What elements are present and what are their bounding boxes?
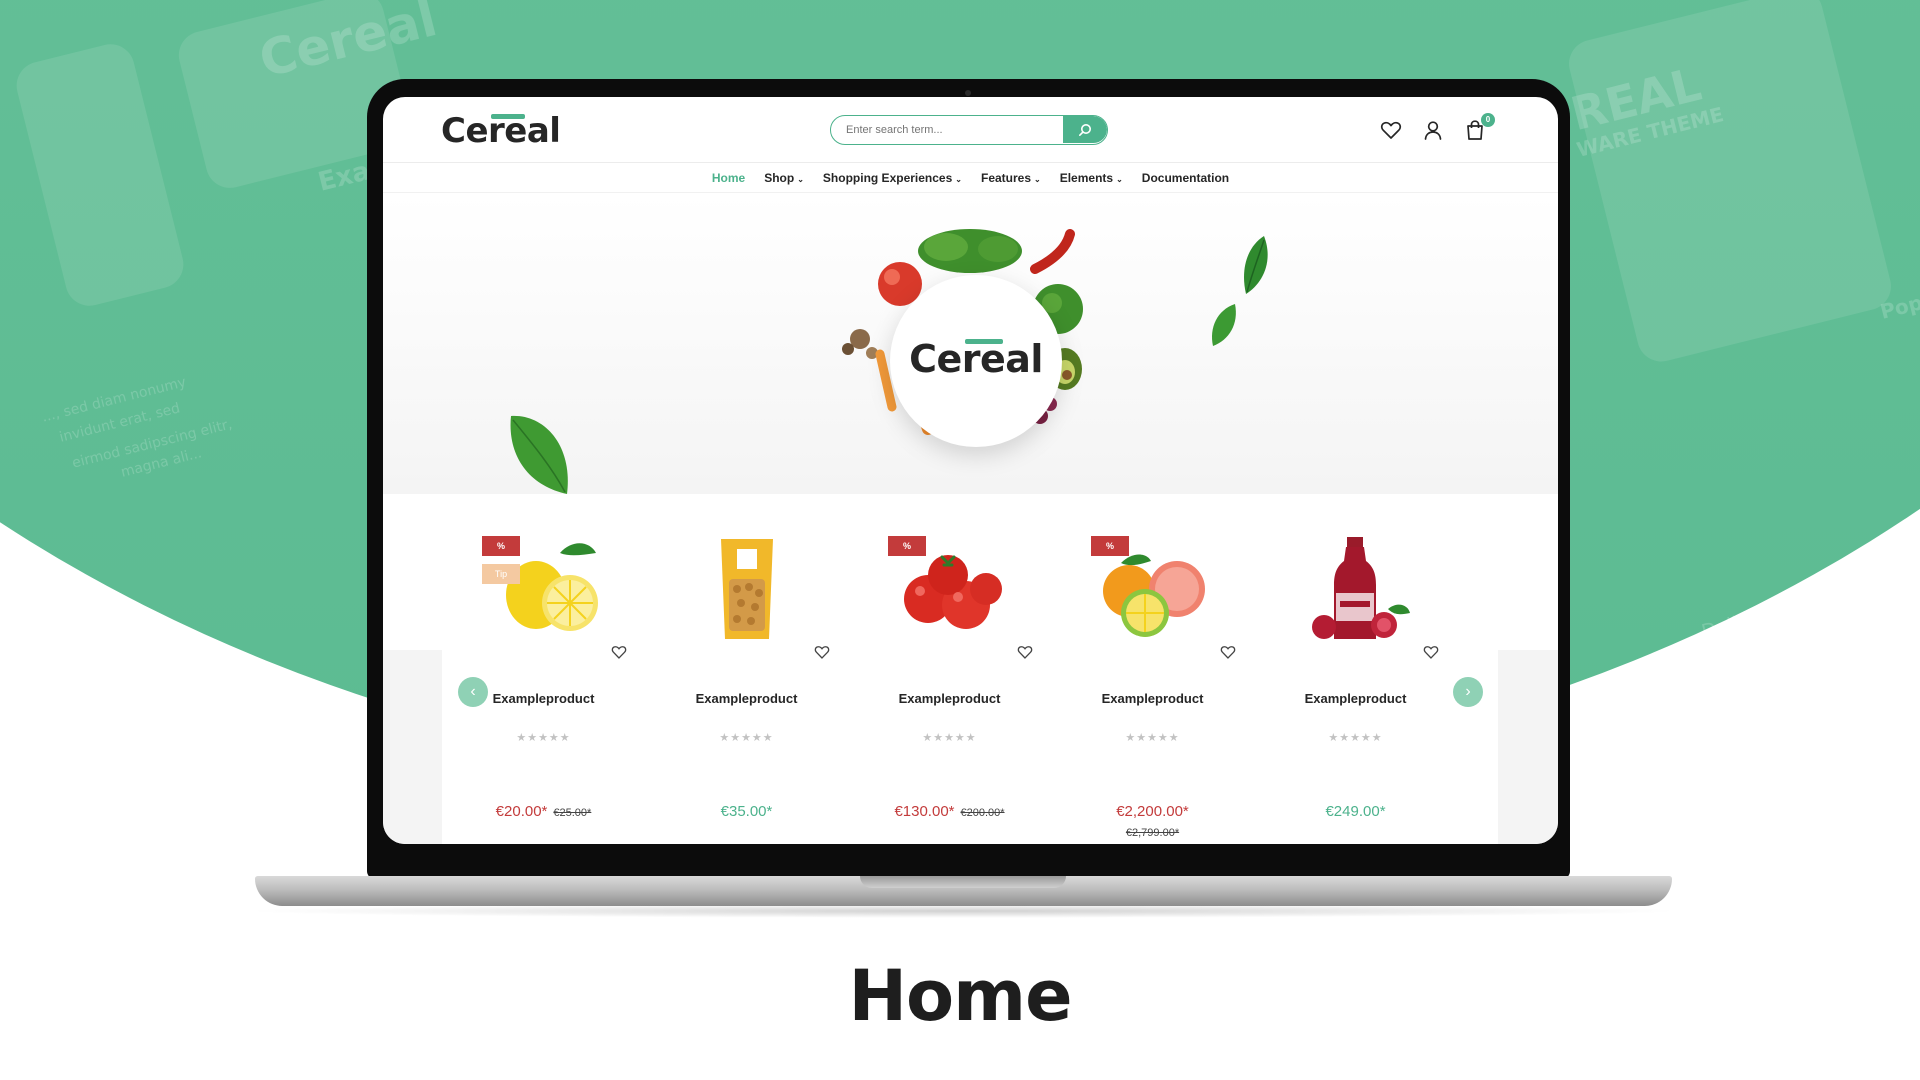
regular-price: €249.00* <box>1325 803 1386 820</box>
product-rating-stars: ★★★★★ <box>922 732 977 744</box>
original-price: €2,799.00* <box>1125 827 1180 839</box>
main-navigation: Home Shop ⌄ Shopping Experiences ⌄ Feature… <box>383 163 1558 193</box>
product-slider: % Tip Exampleproduct ★★★★★ €20.00* €25.00… <box>442 495 1498 844</box>
original-price: €200.00* <box>960 807 1005 819</box>
heart-icon[interactable] <box>1017 644 1033 660</box>
search-box <box>830 115 1108 145</box>
nav-item-home[interactable]: Home <box>712 171 745 185</box>
nav-item-label: Shopping Experiences <box>822 170 953 185</box>
logo-accent-bar <box>491 114 525 119</box>
nav-item-label: Features <box>980 170 1032 185</box>
chevron-down-icon: ⌄ <box>955 174 962 184</box>
slide-caption: Home <box>848 955 1072 1037</box>
search-button[interactable] <box>1063 116 1107 143</box>
chevron-down-icon: ⌄ <box>1034 174 1041 184</box>
chevron-down-icon: ⌄ <box>797 174 804 184</box>
laptop-shadow <box>240 904 1687 918</box>
wishlist-button[interactable] <box>1380 119 1402 141</box>
nav-item-documentation[interactable]: Documentation <box>1142 171 1229 185</box>
sale-price: €20.00* <box>495 803 548 820</box>
product-name[interactable]: Exampleproduct <box>848 691 1051 706</box>
product-rating-stars: ★★★★★ <box>1328 732 1383 744</box>
leaf-icon <box>1244 236 1268 294</box>
product-card[interactable]: % Exampleproduct ★★★★★ €130.00* €200.00* <box>848 495 1051 844</box>
product-image-juice-bottle[interactable] <box>1284 535 1428 643</box>
nav-item-shopping-experiences[interactable]: Shopping Experiences ⌄ <box>823 171 962 185</box>
product-name[interactable]: Exampleproduct <box>1254 691 1457 706</box>
leaf-icon <box>1211 304 1236 346</box>
product-rating-stars: ★★★★★ <box>719 732 774 744</box>
hero-logo-badge: Cereal <box>890 275 1062 447</box>
heart-icon <box>1380 121 1402 139</box>
slider-next-button[interactable]: › <box>1453 677 1483 707</box>
product-card[interactable]: Exampleproduct ★★★★★ €35.00* <box>645 495 848 844</box>
heart-icon[interactable] <box>814 644 830 660</box>
product-name[interactable]: Exampleproduct <box>1051 691 1254 706</box>
hero-banner: Cereal <box>383 194 1558 494</box>
heart-icon[interactable] <box>611 644 627 660</box>
nav-item-label: Shop <box>764 170 795 185</box>
discount-badge: % <box>1091 536 1129 556</box>
basil-leaf-icon <box>510 415 568 494</box>
presentation-stage: Cereal Exa ..., sed diam nonumy invidunt… <box>0 0 1920 1080</box>
account-button[interactable] <box>1422 119 1444 141</box>
product-card[interactable]: % Tip Exampleproduct ★★★★★ €20.00* €25.00… <box>442 495 645 844</box>
original-price: €25.00* <box>553 807 592 819</box>
product-price: €130.00* €200.00* <box>848 803 1051 820</box>
product-price: €20.00* €25.00* <box>442 803 645 820</box>
product-price: €35.00* <box>645 803 848 820</box>
regular-price: €35.00* <box>720 803 773 820</box>
nav-item-label: Home <box>711 170 746 185</box>
product-rating-stars: ★★★★★ <box>1125 732 1180 744</box>
tip-badge: Tip <box>482 564 520 584</box>
discount-badge: % <box>482 536 520 556</box>
sale-price: €130.00* <box>894 803 955 820</box>
heart-icon[interactable] <box>1423 644 1439 660</box>
search-input[interactable] <box>831 116 1071 143</box>
heart-icon[interactable] <box>1220 644 1236 660</box>
nav-item-shop[interactable]: Shop ⌄ <box>764 171 804 185</box>
nav-item-label: Documentation <box>1141 170 1230 185</box>
cart-button[interactable]: 0 <box>1464 113 1495 141</box>
header-actions: 0 <box>1380 113 1495 141</box>
product-card[interactable]: % Exampleproduct ★★★★★ €2,200.00* €2,799… <box>1051 495 1254 844</box>
laptop-camera <box>965 90 971 96</box>
search-icon <box>1078 123 1091 136</box>
cart-count-badge: 0 <box>1481 113 1495 127</box>
nav-item-label: Elements <box>1059 170 1114 185</box>
product-card[interactable]: Exampleproduct ★★★★★ €249.00* <box>1254 495 1457 844</box>
product-rating-stars: ★★★★★ <box>516 732 571 744</box>
product-name[interactable]: Exampleproduct <box>645 691 848 706</box>
hero-logo-text: Cereal <box>909 337 1043 381</box>
slider-prev-button[interactable]: ‹ <box>458 677 488 707</box>
product-price: €249.00* <box>1254 803 1457 820</box>
product-price: €2,200.00* <box>1051 803 1254 820</box>
laptop-notch <box>860 876 1066 888</box>
nav-item-features[interactable]: Features ⌄ <box>981 171 1041 185</box>
product-image-almonds-bag[interactable] <box>675 535 819 643</box>
chevron-down-icon: ⌄ <box>1116 174 1123 184</box>
sale-price: €2,200.00* <box>1116 803 1189 820</box>
laptop-screen: Cereal Enter search term... 0 Home Shop … <box>383 97 1558 844</box>
site-header: Cereal Enter search term... 0 <box>383 97 1558 163</box>
user-icon <box>1424 121 1442 140</box>
discount-badge: % <box>888 536 926 556</box>
nav-item-elements[interactable]: Elements ⌄ <box>1060 171 1123 185</box>
